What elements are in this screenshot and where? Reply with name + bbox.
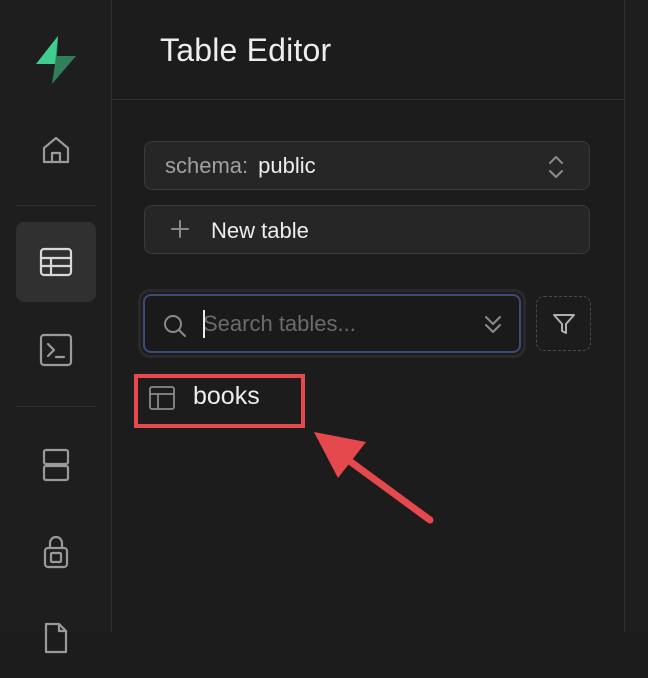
search-icon: [163, 314, 187, 338]
sidebar-item-database[interactable]: [16, 425, 96, 505]
page-title: Table Editor: [160, 32, 332, 68]
sidebar-item-authentication[interactable]: [16, 512, 96, 592]
sidebar-item-table-editor[interactable]: [16, 222, 96, 302]
terminal-icon: [39, 333, 73, 367]
lock-icon: [41, 534, 71, 570]
chevrons-down-icon[interactable]: [483, 312, 503, 336]
schema-prefix-label: schema:: [165, 152, 249, 178]
table-name-label: books: [193, 382, 260, 410]
sidebar-item-storage[interactable]: [16, 598, 96, 678]
sidebar-divider: [16, 205, 96, 206]
file-icon: [41, 621, 71, 655]
table-icon: [148, 385, 176, 411]
filter-button[interactable]: [536, 296, 591, 351]
table-list-item[interactable]: books: [140, 377, 310, 421]
chevron-up-down-icon: [547, 154, 565, 180]
schema-value: public: [258, 152, 316, 178]
text-cursor: [203, 310, 205, 338]
new-table-button[interactable]: New table: [144, 205, 590, 254]
content-edge: [625, 0, 648, 632]
home-icon: [40, 134, 72, 166]
plus-icon: [169, 218, 191, 240]
search-input[interactable]: [203, 308, 473, 340]
table-icon: [38, 246, 74, 278]
panel-header: Table Editor: [112, 0, 624, 100]
sidebar-divider: [16, 406, 96, 407]
sidebar-item-home[interactable]: [16, 110, 96, 190]
sidebar-item-sql-editor[interactable]: [16, 310, 96, 390]
annotation-arrow: [300, 420, 440, 530]
search-tables-field[interactable]: [143, 294, 521, 353]
database-icon: [41, 448, 71, 482]
filter-icon: [551, 311, 577, 337]
supabase-logo-icon[interactable]: [30, 34, 82, 86]
sidebar: [0, 0, 112, 654]
schema-select[interactable]: schema: public: [144, 141, 590, 190]
new-table-label: New table: [211, 218, 309, 243]
